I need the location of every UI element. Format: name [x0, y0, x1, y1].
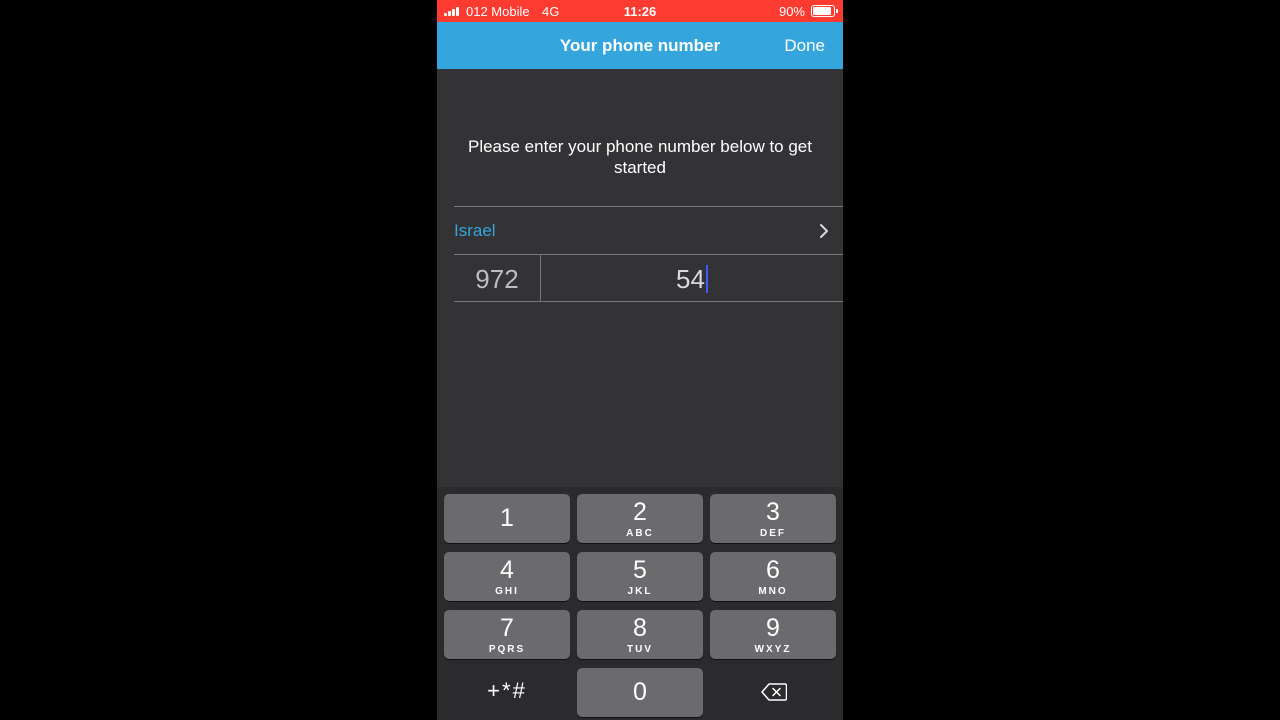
key-digit: 5: [633, 556, 647, 584]
key-letters: ABC: [626, 528, 654, 539]
key-letters: MNO: [758, 586, 788, 597]
key-digit: 8: [633, 614, 647, 642]
key-digit: 6: [766, 556, 780, 584]
page-title: Your phone number: [559, 36, 721, 55]
backspace-icon: [761, 683, 787, 701]
symbols-label: +*#: [487, 678, 527, 703]
key-8[interactable]: 8 TUV: [577, 610, 703, 659]
battery-icon: [811, 5, 838, 17]
key-9[interactable]: 9 WXYZ: [710, 610, 836, 659]
key-digit: 9: [766, 614, 780, 642]
divider: [454, 301, 843, 302]
key-2[interactable]: 2 ABC: [577, 494, 703, 543]
key-7[interactable]: 7 PQRS: [444, 610, 570, 659]
done-button[interactable]: Done: [784, 36, 825, 56]
phone-number-text: 54: [676, 264, 705, 294]
key-digit: 2: [633, 498, 647, 526]
key-letters: WXYZ: [754, 644, 792, 655]
key-digit: 1: [500, 504, 514, 532]
chevron-right-icon: [820, 224, 828, 238]
key-letters: GHI: [495, 586, 519, 597]
instruction-text: Please enter your phone number below to …: [467, 137, 812, 177]
key-3[interactable]: 3 DEF: [710, 494, 836, 543]
symbols-key[interactable]: +*#: [444, 668, 570, 717]
key-letters: JKL: [627, 586, 653, 597]
country-code: 972: [475, 264, 519, 294]
battery-percentage: 90%: [778, 4, 805, 19]
country-selector[interactable]: Israel: [454, 208, 843, 254]
key-letters: DEF: [760, 528, 786, 539]
key-1[interactable]: 1: [444, 494, 570, 543]
divider: [454, 206, 843, 207]
phone-number-input[interactable]: 54: [541, 255, 843, 301]
key-digit: 3: [766, 498, 780, 526]
key-6[interactable]: 6 MNO: [710, 552, 836, 601]
key-digit: 7: [500, 614, 514, 642]
key-letters: TUV: [627, 644, 653, 655]
phone-number-value: 54: [541, 264, 843, 295]
key-letters: PQRS: [488, 644, 526, 655]
country-name: Israel: [454, 221, 496, 240]
key-digit: 0: [633, 678, 647, 706]
backspace-key[interactable]: [710, 668, 836, 717]
navigation-bar: Your phone number Done: [437, 22, 843, 69]
key-0[interactable]: 0: [577, 668, 703, 717]
battery-level-fill: [813, 7, 831, 15]
key-4[interactable]: 4 GHI: [444, 552, 570, 601]
key-5[interactable]: 5 JKL: [577, 552, 703, 601]
country-code-field[interactable]: 972: [454, 255, 540, 301]
key-digit: 4: [500, 556, 514, 584]
phone-screen: 012 Mobile 4G 11:26 90% Your phone numbe…: [437, 0, 843, 720]
status-bar: 012 Mobile 4G 11:26 90%: [437, 0, 843, 22]
numeric-keypad: 1 2 ABC 3 DEF 4 GHI 5 JKL 6 MNO 7 PQRS 8…: [437, 487, 843, 720]
text-caret: [705, 265, 708, 293]
